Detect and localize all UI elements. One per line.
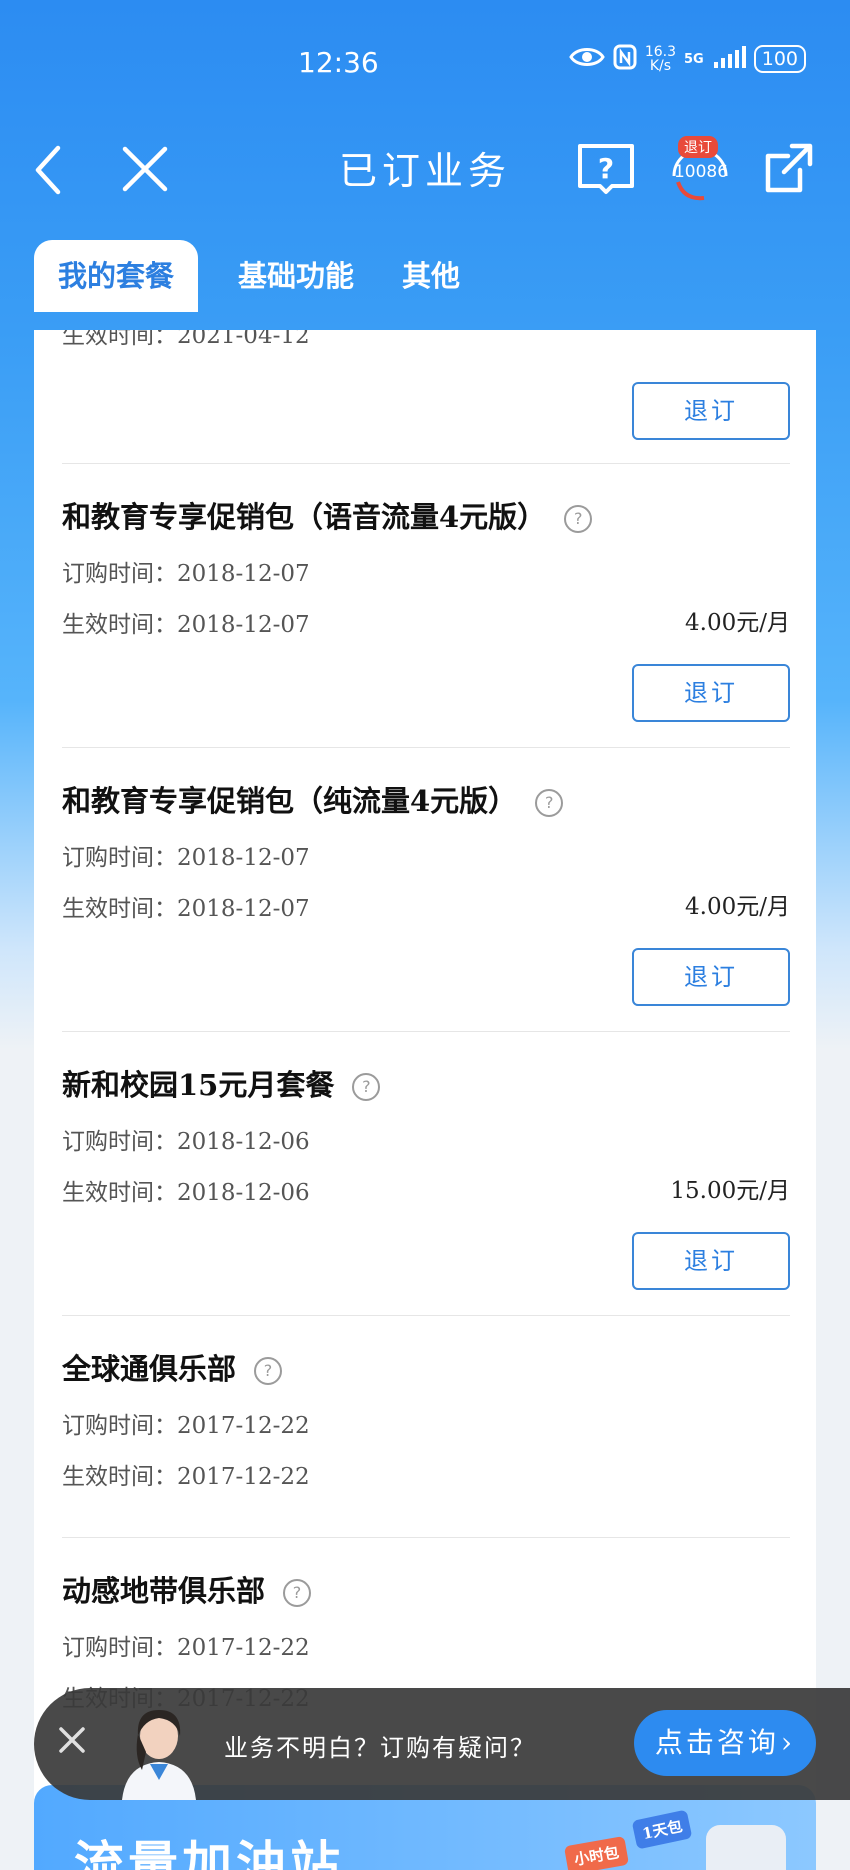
- signal-icon: [712, 44, 746, 74]
- help-icon[interactable]: ?: [283, 1579, 312, 1607]
- banner-tag-day: 1天包: [631, 1809, 693, 1850]
- net-speed-unit: K/s: [649, 58, 672, 74]
- item-title: 全球通俱乐部: [62, 1352, 237, 1386]
- agent-avatar: [116, 1700, 202, 1800]
- item-title-row: 新和校园15元月套餐?: [62, 1062, 381, 1104]
- order-time-row: 订购时间：2017-12-22: [62, 1628, 310, 1662]
- order-date: 2018-12-07: [177, 845, 310, 871]
- order-time-row: 订购时间：2018-12-06: [62, 1122, 310, 1156]
- battery-indicator: 100: [753, 45, 806, 73]
- status-icons: 16.3 K/s 5G 100: [569, 44, 806, 74]
- order-time-row: 订购时间：2018-12-07: [62, 838, 310, 872]
- effective-time-label: 生效时间：: [62, 896, 177, 922]
- order-time-row: 订购时间：2017-12-22: [62, 1406, 310, 1440]
- effective-time-row: 生效时间：2021-04-12: [62, 330, 310, 350]
- unsubscribe-button[interactable]: 退订: [632, 948, 790, 1006]
- list-item: 和教育专享促销包（语音流量4元版）? 订购时间：2018-12-07 生效时间：…: [62, 464, 790, 748]
- item-title-row: 和教育专享促销包（纯流量4元版）?: [62, 778, 564, 820]
- banner-tag-hour: 小时包: [563, 1835, 630, 1870]
- consult-prompt: 业务不明白？订购有疑问？: [224, 1734, 536, 1762]
- help-icon[interactable]: ?: [254, 1357, 283, 1385]
- item-price: 4.00元/月: [685, 610, 790, 636]
- item-title: 新和校园15元月套餐: [62, 1068, 335, 1102]
- effective-date: 2018-12-07: [177, 612, 310, 638]
- effective-date: 2018-12-06: [177, 1180, 310, 1206]
- consult-button[interactable]: 点击咨询›: [634, 1710, 816, 1776]
- list-item: 全球通俱乐部? 订购时间：2017-12-22 生效时间：2017-12-22: [62, 1316, 790, 1538]
- close-icon[interactable]: [56, 1724, 88, 1760]
- phone-illustration: [706, 1825, 786, 1870]
- help-icon[interactable]: ?: [535, 789, 564, 817]
- effective-time-row: 生效时间：2018-12-07: [62, 605, 310, 639]
- page-title: 已订业务: [338, 149, 511, 193]
- item-title: 和教育专享促销包（纯流量4元版）: [62, 784, 518, 818]
- effective-date: 2017-12-22: [177, 1464, 310, 1490]
- order-time-label: 订购时间：: [62, 1129, 177, 1155]
- tab-other[interactable]: 其他: [378, 240, 484, 312]
- tab-basic-functions[interactable]: 基础功能: [214, 240, 378, 312]
- chevron-right-icon: ›: [780, 1726, 796, 1759]
- item-title-row: 全球通俱乐部?: [62, 1346, 283, 1388]
- order-time-label: 订购时间：: [62, 845, 177, 871]
- item-title-row: 和教育专享促销包（语音流量4元版）?: [62, 494, 593, 536]
- unsubscribe-button[interactable]: 退订: [632, 1232, 790, 1290]
- item-title: 和教育专享促销包（语音流量4元版）: [62, 500, 547, 534]
- effective-date: 2021-04-12: [177, 330, 310, 349]
- consult-button-label: 点击咨询: [654, 1726, 779, 1759]
- effective-time-label: 生效时间：: [62, 1180, 177, 1206]
- list-item: 和教育专享促销包（纯流量4元版）? 订购时间：2018-12-07 生效时间：2…: [62, 748, 790, 1032]
- effective-date: 2018-12-07: [177, 896, 310, 922]
- unsubscribe-button[interactable]: 退订: [632, 664, 790, 722]
- order-time-row: 订购时间：2018-12-07: [62, 554, 310, 588]
- help-icon[interactable]: ?: [564, 505, 593, 533]
- item-price: 4.00元/月: [685, 894, 790, 920]
- eye-icon: [569, 45, 605, 73]
- help-icon[interactable]: ?: [352, 1073, 381, 1101]
- tab-my-package[interactable]: 我的套餐: [34, 240, 199, 312]
- consult-bar: 业务不明白？订购有疑问？ 点击咨询›: [34, 1688, 850, 1800]
- effective-time-row: 生效时间：2018-12-06: [62, 1173, 310, 1207]
- item-title: 动感地带俱乐部: [62, 1574, 266, 1608]
- order-date: 2017-12-22: [177, 1635, 310, 1661]
- list-item: 新和校园15元月套餐? 订购时间：2018-12-06 生效时间：2018-12…: [62, 1032, 790, 1316]
- effective-time-label: 生效时间：: [62, 330, 177, 349]
- order-date: 2018-12-06: [177, 1129, 310, 1155]
- banner-title: 流量加油站: [74, 1835, 344, 1870]
- network-type: 5G: [684, 51, 704, 67]
- effective-time-row: 生效时间：2018-12-07: [62, 889, 310, 923]
- net-speed: 16.3 K/s: [645, 45, 676, 73]
- unsubscribe-button[interactable]: 退订: [632, 382, 790, 440]
- tab-bar: 我的套餐 基础功能 其他: [34, 240, 484, 312]
- effective-time-row: 生效时间：2017-12-22: [62, 1457, 310, 1491]
- status-time: 12:36: [298, 46, 379, 79]
- status-bar: 12:36 16.3 K/s 5G 100: [0, 0, 850, 120]
- order-time-label: 订购时间：: [62, 561, 177, 587]
- order-time-label: 订购时间：: [62, 1413, 177, 1439]
- order-date: 2018-12-07: [177, 561, 310, 587]
- item-price: 15.00元/月: [670, 1178, 790, 1204]
- order-time-label: 订购时间：: [62, 1635, 177, 1661]
- nfc-icon: [613, 44, 637, 74]
- effective-time-label: 生效时间：: [62, 1464, 177, 1490]
- effective-time-label: 生效时间：: [62, 612, 177, 638]
- order-date: 2017-12-22: [177, 1413, 310, 1439]
- subscription-list: 生效时间：2021-04-12 退订 和教育专享促销包（语音流量4元版）? 订购…: [34, 330, 816, 1870]
- item-title-row: 动感地带俱乐部?: [62, 1568, 312, 1610]
